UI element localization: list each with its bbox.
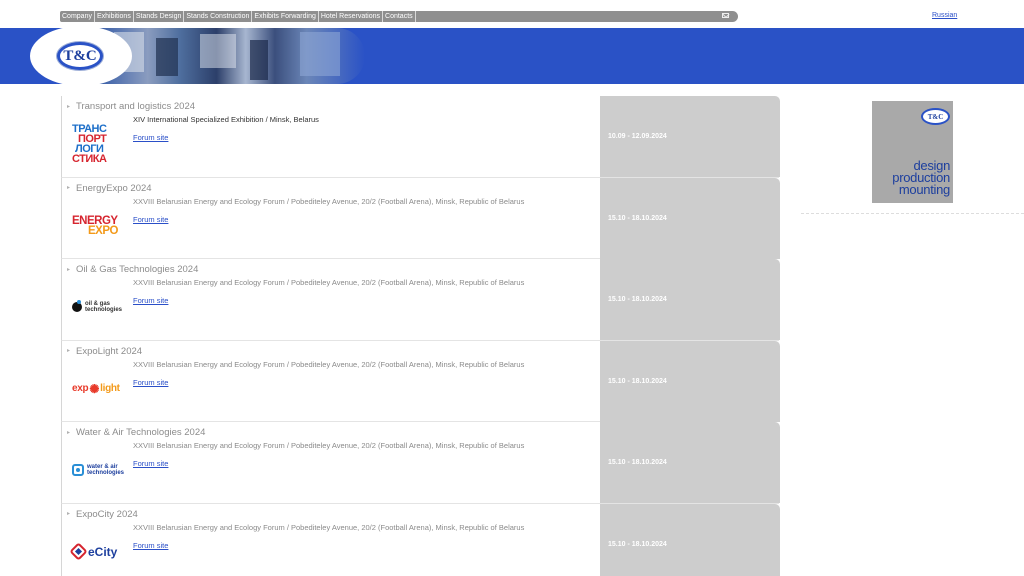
ad-line-mounting: mounting (898, 182, 950, 197)
exhibition-title: ▸ Transport and logistics 2024 (67, 101, 196, 112)
nav-stands-construction[interactable]: Stands Construction (184, 11, 253, 22)
nav-company[interactable]: Company (60, 11, 95, 22)
nav-exhibits-forwarding[interactable]: Exhibits Forwarding (252, 11, 319, 22)
water-drop-icon (72, 464, 84, 476)
nav-stands-design[interactable]: Stands Design (134, 11, 185, 22)
top-navigation: Company Exhibitions Stands Design Stands… (60, 11, 738, 22)
exhibition-date: 15.10 - 18.10.2024 (600, 259, 780, 340)
exhibition-date: 15.10 - 18.10.2024 (600, 422, 780, 503)
list-item: ▸ Water & Air Technologies 2024 water & a… (61, 422, 780, 504)
list-item: ▸ Transport and logistics 2024 ТРАНС ПОРТ… (61, 96, 780, 178)
list-item: ▸ ExpoCity 2024 eCity XXVIII Belarusian E… (61, 503, 780, 576)
energyexpo-logo: ENERGY EXPO (72, 214, 118, 237)
forum-site-link[interactable]: Forum site (133, 215, 168, 224)
exhibition-title: ▸ ExpoCity 2024 (67, 508, 138, 520)
expolight-logo: exp ✺ light (72, 381, 120, 396)
exhibition-title: ▸ Water & Air Technologies 2024 (67, 427, 206, 438)
forum-site-link[interactable]: Forum site (133, 541, 168, 550)
exhibition-description: XXVIII Belarusian Energy and Ecology For… (133, 196, 525, 206)
exhibition-date: 10.09 - 12.09.2024 (600, 96, 780, 177)
logo-text: T&C (63, 47, 97, 64)
exhibition-description: XIV International Specialized Exhibition… (133, 115, 319, 124)
exhibition-description: XXVIII Belarusian Energy and Ecology For… (133, 278, 525, 287)
exhibition-description: XXVIII Belarusian Energy and Ecology For… (133, 441, 525, 450)
exhibition-description: XXVIII Belarusian Energy and Ecology For… (133, 359, 525, 369)
language-link[interactable]: Russian (932, 12, 957, 19)
city-icon (69, 542, 88, 561)
transport-logistics-logo: ТРАНС ПОРТ ЛОГИ СТИКА (72, 123, 107, 165)
nav-hotel-reservations[interactable]: Hotel Reservations (319, 11, 384, 22)
nav-exhibitions[interactable]: Exhibitions (95, 11, 134, 22)
exhibition-description: XXVIII Belarusian Energy and Ecology For… (133, 522, 525, 532)
exhibition-photo (100, 28, 365, 84)
exhibition-date: 15.10 - 18.10.2024 (600, 340, 780, 422)
oil-gas-logo: oil & gas technologies (72, 287, 130, 327)
forum-site-link[interactable]: Forum site (133, 378, 168, 387)
side-logo: T&C (921, 108, 950, 125)
oil-drop-icon (72, 300, 82, 312)
exhibition-list: ▸ Transport and logistics 2024 ТРАНС ПОРТ… (61, 96, 780, 576)
page: Company Exhibitions Stands Design Stands… (0, 0, 1024, 576)
exhibition-title: ▸ ExpoLight 2024 (67, 345, 143, 357)
nav-contacts[interactable]: Contacts (383, 11, 416, 22)
water-air-logo: water & air technologies (72, 450, 130, 490)
side-advertisement[interactable]: T&C design production mounting (872, 101, 953, 203)
forum-site-link[interactable]: Forum site (133, 133, 168, 142)
list-item: ▸ EnergyExpo 2024 ENERGY EXPO XXVIII Bela… (61, 177, 780, 259)
exhibition-title: ▸ Oil & Gas Technologies 2024 (67, 264, 199, 275)
side-divider (801, 213, 1024, 214)
exhibition-title: ▸ EnergyExpo 2024 (67, 182, 152, 194)
exhibition-date: 15.10 - 18.10.2024 (600, 177, 780, 259)
expocity-logo: eCity (69, 532, 130, 572)
mail-icon[interactable] (722, 13, 729, 18)
exhibition-date: 15.10 - 18.10.2024 (600, 503, 780, 576)
forum-site-link[interactable]: Forum site (133, 296, 168, 305)
list-item: ▸ Oil & Gas Technologies 2024 oil & gas te… (61, 259, 780, 341)
header-banner (0, 28, 1024, 84)
sun-icon: ✺ (89, 381, 100, 396)
company-logo[interactable]: T&C (57, 42, 103, 70)
forum-site-link[interactable]: Forum site (133, 459, 168, 468)
list-item: ▸ ExpoLight 2024 exp ✺ light XXVIII Belar… (61, 340, 780, 422)
